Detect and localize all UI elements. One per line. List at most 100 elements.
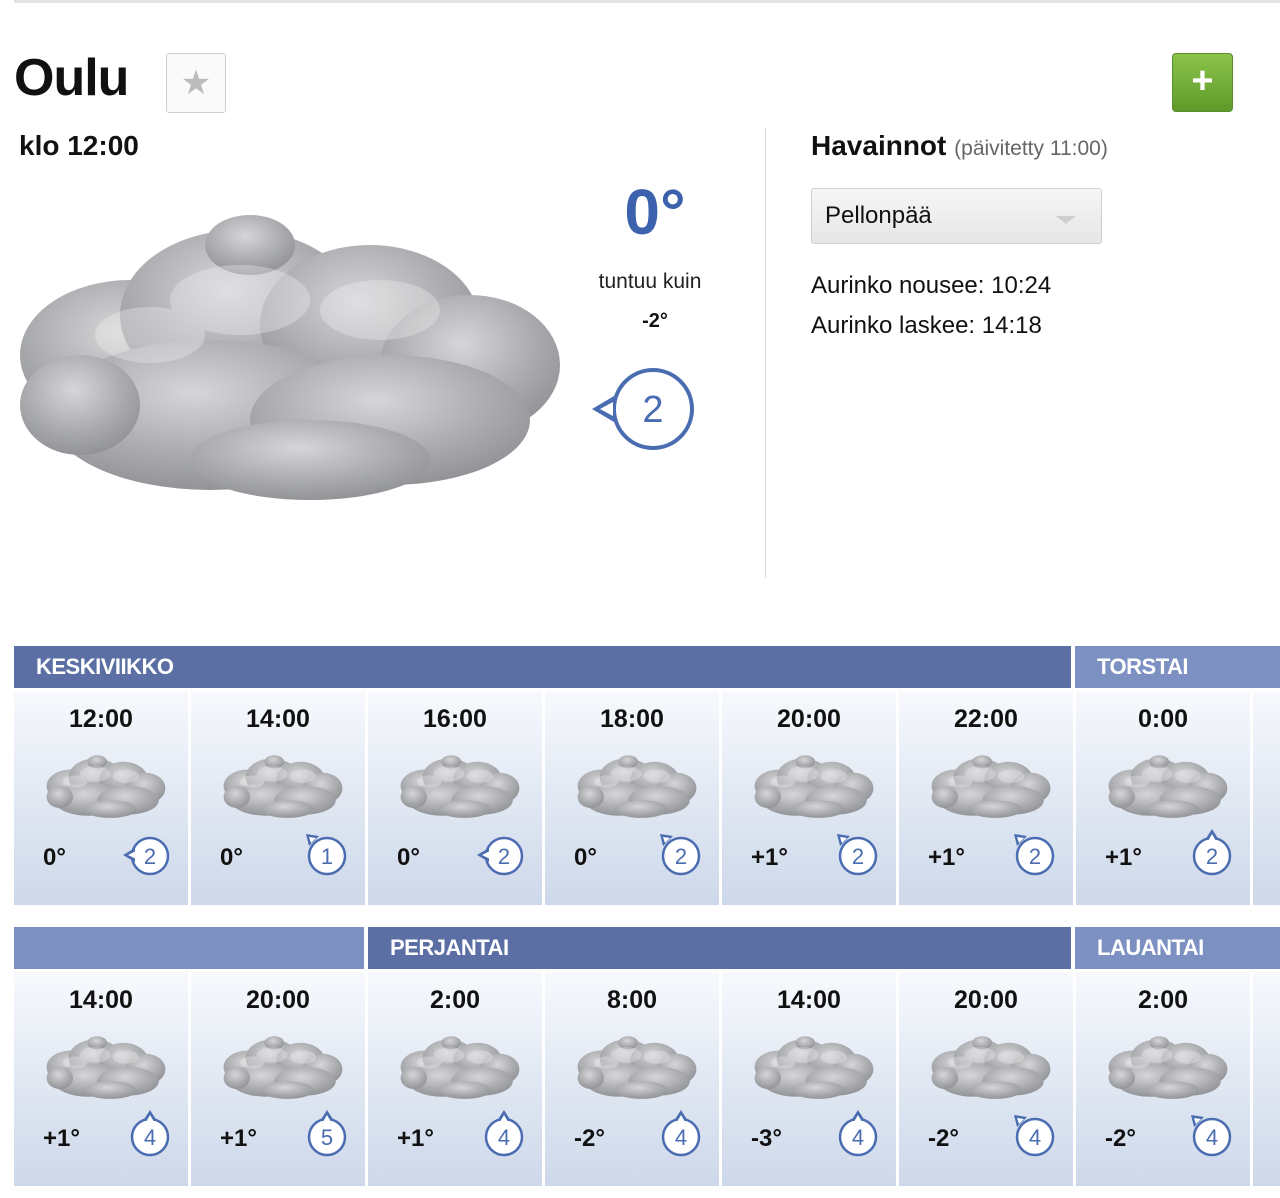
- forecast-time: 20:00: [777, 705, 841, 733]
- wind-direction-icon: 4: [474, 1108, 526, 1165]
- cloudy-icon: [929, 753, 1053, 824]
- forecast-time: 14:00: [69, 986, 133, 1014]
- station-select-value: Pellonpää: [825, 202, 932, 229]
- top-divider: [14, 0, 1280, 3]
- wind-direction-icon: 4: [828, 1108, 880, 1165]
- day-header: LAUANTAI: [1075, 927, 1280, 969]
- wind-direction-icon: 4: [1182, 1108, 1234, 1165]
- cloudy-icon: [221, 1034, 345, 1105]
- day-header: PERJANTAI: [368, 927, 1071, 969]
- wind-speed: 2: [1206, 844, 1218, 869]
- wind-direction-icon: 2: [1005, 827, 1057, 884]
- forecast-temperature: 0°: [43, 844, 66, 871]
- forecast-time: 18:00: [600, 705, 664, 733]
- forecast-time: 20:00: [954, 986, 1018, 1014]
- forecast-temperature: +1°: [751, 844, 788, 871]
- current-time-label: klo 12:00: [19, 130, 139, 161]
- forecast-time: 2:00: [429, 986, 481, 1014]
- wind-direction-icon: 2: [120, 827, 172, 884]
- cloudy-icon: [752, 1034, 876, 1105]
- wind-direction-icon: 4: [1005, 1108, 1057, 1165]
- forecast-cell: 22:00 +1° 2: [899, 691, 1073, 905]
- observations-heading: Havainnot (päivitetty 11:00): [811, 130, 1108, 162]
- station-select[interactable]: Pellonpää: [811, 188, 1102, 244]
- sunrise-text: Aurinko nousee: 10:24: [811, 272, 1052, 299]
- forecast-cell: 8:00 -2° 4: [545, 972, 719, 1186]
- wind-direction-icon: 5: [297, 1108, 349, 1165]
- forecast-time: 16:00: [423, 705, 487, 733]
- wind-speed: 1: [321, 844, 333, 869]
- forecast-temperature: -2°: [574, 1125, 605, 1152]
- forecast-time: 0:00: [1137, 705, 1189, 733]
- feels-like-value: -2°: [642, 310, 668, 332]
- forecast-temperature: +1°: [43, 1125, 80, 1152]
- day-header: TORSTAI: [1075, 646, 1280, 688]
- wind-speed: 4: [498, 1125, 510, 1150]
- add-location-button[interactable]: +: [1172, 53, 1233, 112]
- wind-direction-icon: 4: [120, 1108, 172, 1165]
- forecast-cell: [1253, 972, 1280, 1186]
- forecast-cell: 20:00 +1° 2: [722, 691, 896, 905]
- cloudy-icon: [575, 1034, 699, 1105]
- forecast-temperature: +1°: [220, 1125, 257, 1152]
- wind-speed: 2: [675, 844, 687, 869]
- sunset-text: Aurinko laskee: 14:18: [811, 312, 1042, 339]
- wind-speed: 4: [1029, 1125, 1041, 1150]
- forecast-temperature: +1°: [928, 844, 965, 871]
- wind-direction-icon: 2: [828, 827, 880, 884]
- cloudy-icon: [398, 753, 522, 824]
- forecast-time: 8:00: [606, 986, 658, 1014]
- wind-speed: 2: [642, 389, 663, 431]
- forecast-temperature: 0°: [574, 844, 597, 871]
- cloudy-icon: [575, 753, 699, 824]
- forecast-cell: 14:00 +1° 4: [14, 972, 188, 1186]
- favorite-button[interactable]: ★: [166, 53, 226, 113]
- wind-speed: 4: [144, 1125, 156, 1150]
- feels-like-label: tuntuu kuin: [598, 270, 702, 293]
- wind-speed: 4: [1206, 1125, 1218, 1150]
- forecast-cell: 18:00 0° 2: [545, 691, 719, 905]
- wind-speed: 5: [321, 1125, 333, 1150]
- cloudy-icon: [752, 753, 876, 824]
- wind-direction-icon: 2: [651, 827, 703, 884]
- forecast-cell: 14:00 0° 1: [191, 691, 365, 905]
- wind-direction-icon: 1: [297, 827, 349, 884]
- wind-direction-icon: 4: [651, 1108, 703, 1165]
- wind-direction-icon: 2: [592, 368, 694, 450]
- cloudy-icon: [1106, 1034, 1230, 1105]
- forecast-cell: [1253, 691, 1280, 905]
- cloudy-icon: [10, 205, 570, 505]
- forecast-temperature: -3°: [751, 1125, 782, 1152]
- forecast-time: 12:00: [69, 705, 133, 733]
- forecast-temperature: -2°: [1105, 1125, 1136, 1152]
- forecast-temperature: -2°: [928, 1125, 959, 1152]
- forecast-cell: 20:00 +1° 5: [191, 972, 365, 1186]
- chevron-down-icon: [1056, 216, 1076, 224]
- current-temperature: 0°: [624, 176, 686, 248]
- wind-speed: 2: [144, 844, 156, 869]
- forecast-cell: 14:00 -3° 4: [722, 972, 896, 1186]
- observations-title: Havainnot: [811, 130, 947, 161]
- star-icon: ★: [180, 64, 212, 102]
- forecast-cell: 0:00 +1° 2: [1076, 691, 1250, 905]
- section-divider: [765, 128, 766, 578]
- forecast-temperature: 0°: [220, 844, 243, 871]
- forecast-time: 20:00: [246, 986, 310, 1014]
- plus-icon: +: [1191, 60, 1214, 102]
- forecast-cell: 2:00 -2° 4: [1076, 972, 1250, 1186]
- forecast-time: 14:00: [246, 705, 310, 733]
- cloudy-icon: [44, 1034, 168, 1105]
- wind-direction-icon: 2: [1182, 827, 1234, 884]
- wind-speed: 4: [852, 1125, 864, 1150]
- day-header: [14, 927, 364, 969]
- forecast-temperature: +1°: [1105, 844, 1142, 871]
- wind-speed: 2: [1029, 844, 1041, 869]
- forecast-time: 14:00: [777, 986, 841, 1014]
- observations-updated: (päivitetty 11:00): [954, 137, 1108, 160]
- cloudy-icon: [221, 753, 345, 824]
- forecast-cell: 2:00 +1° 4: [368, 972, 542, 1186]
- forecast-cell: 20:00 -2° 4: [899, 972, 1073, 1186]
- forecast-time: 2:00: [1137, 986, 1189, 1014]
- forecast-temperature: +1°: [397, 1125, 434, 1152]
- forecast-temperature: 0°: [397, 844, 420, 871]
